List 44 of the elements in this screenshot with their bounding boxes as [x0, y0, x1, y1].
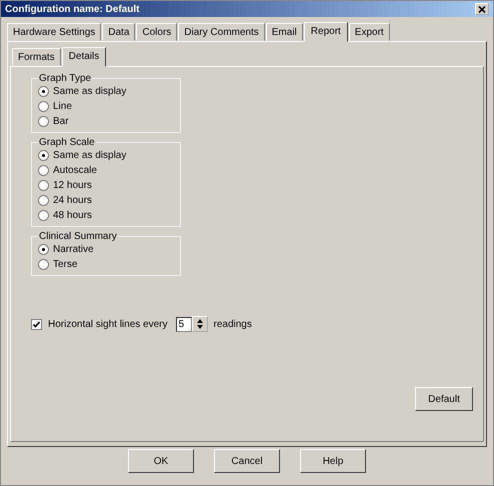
radio-label: Bar: [53, 116, 69, 127]
tab[interactable]: Colors: [136, 23, 178, 41]
group-title: Graph Scale: [38, 137, 96, 148]
tab[interactable]: Email: [266, 23, 303, 41]
checkbox-label: Horizontal sight lines every: [48, 318, 168, 330]
tab[interactable]: Data: [102, 23, 136, 41]
radio-button[interactable]: [38, 101, 49, 112]
tab[interactable]: Report: [304, 22, 348, 42]
radio-button[interactable]: [38, 116, 49, 127]
dialog-button[interactable]: Help: [300, 449, 366, 473]
radio-label: 12 hours: [53, 180, 92, 191]
tab[interactable]: Hardware Settings: [7, 23, 102, 41]
spin-button[interactable]: [192, 316, 208, 332]
radio-label: 48 hours: [53, 210, 92, 221]
close-button[interactable]: [475, 3, 489, 15]
window-title: Configuration name: Default: [5, 4, 140, 14]
radio-label: Line: [53, 101, 72, 112]
tab[interactable]: Export: [348, 23, 390, 41]
radio-button[interactable]: [38, 259, 49, 270]
default-button[interactable]: Default: [415, 387, 473, 411]
dialog-button[interactable]: OK: [128, 449, 194, 473]
radio-label: Same as display: [53, 150, 126, 161]
tab[interactable]: Diary Comments: [178, 23, 265, 41]
group-title: Graph Type: [38, 73, 92, 84]
radio-label: Narrative: [53, 244, 94, 255]
close-icon: [478, 6, 486, 12]
radio-button[interactable]: [38, 210, 49, 221]
radio-button[interactable]: [38, 180, 49, 191]
radio-label: Autoscale: [53, 165, 97, 176]
radio-button[interactable]: [38, 86, 49, 97]
radio-button[interactable]: [38, 195, 49, 206]
radio-label: Same as display: [53, 86, 126, 97]
tab[interactable]: Formats: [12, 48, 61, 66]
dialog-button[interactable]: Cancel: [214, 449, 280, 473]
radio-button[interactable]: [38, 150, 49, 161]
checkbox[interactable]: [31, 318, 42, 330]
tab[interactable]: Details: [62, 47, 106, 67]
radio-label: 24 hours: [53, 195, 92, 206]
group-title: Clinical Summary: [38, 231, 118, 242]
number-field[interactable]: 5: [176, 316, 192, 332]
radio-button[interactable]: [38, 165, 49, 176]
radio-button[interactable]: [38, 244, 49, 255]
radio-label: Terse: [53, 259, 78, 270]
suffix-label: readings: [214, 318, 252, 330]
